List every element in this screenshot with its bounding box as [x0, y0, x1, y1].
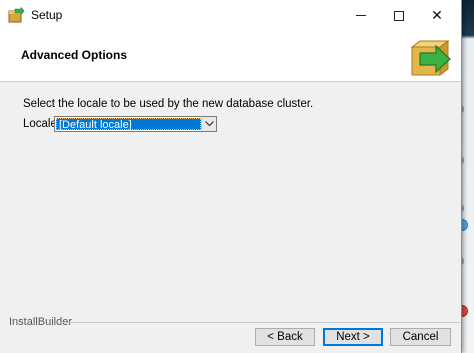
title-bar[interactable]: Setup ✕	[0, 0, 461, 31]
maximize-icon	[394, 10, 404, 21]
installer-box-arrow-icon	[410, 40, 451, 76]
setup-window: Setup ✕ Advanced Options Select the loca…	[0, 0, 462, 353]
setup-app-icon	[8, 7, 24, 23]
page-title: Advanced Options	[21, 48, 128, 62]
maximize-button[interactable]	[380, 0, 418, 31]
locale-prompt: Select the locale to be used by the new …	[23, 98, 314, 110]
locale-selected-value: [Default locale]	[56, 118, 201, 131]
close-button[interactable]: ✕	[418, 0, 456, 31]
footer-divider	[60, 322, 460, 323]
minimize-icon	[356, 15, 366, 16]
main-content: Select the locale to be used by the new …	[0, 83, 461, 318]
locale-select[interactable]: [Default locale]	[54, 116, 217, 132]
cancel-button[interactable]: Cancel	[390, 328, 451, 346]
next-button[interactable]: Next >	[323, 328, 383, 346]
back-button[interactable]: < Back	[255, 328, 315, 346]
chevron-down-icon[interactable]	[201, 117, 216, 131]
minimize-button[interactable]	[342, 0, 380, 31]
locale-label: Locale	[23, 118, 57, 130]
page-header: Advanced Options	[0, 31, 461, 82]
close-icon: ✕	[431, 7, 443, 23]
window-title: Setup	[31, 8, 63, 22]
